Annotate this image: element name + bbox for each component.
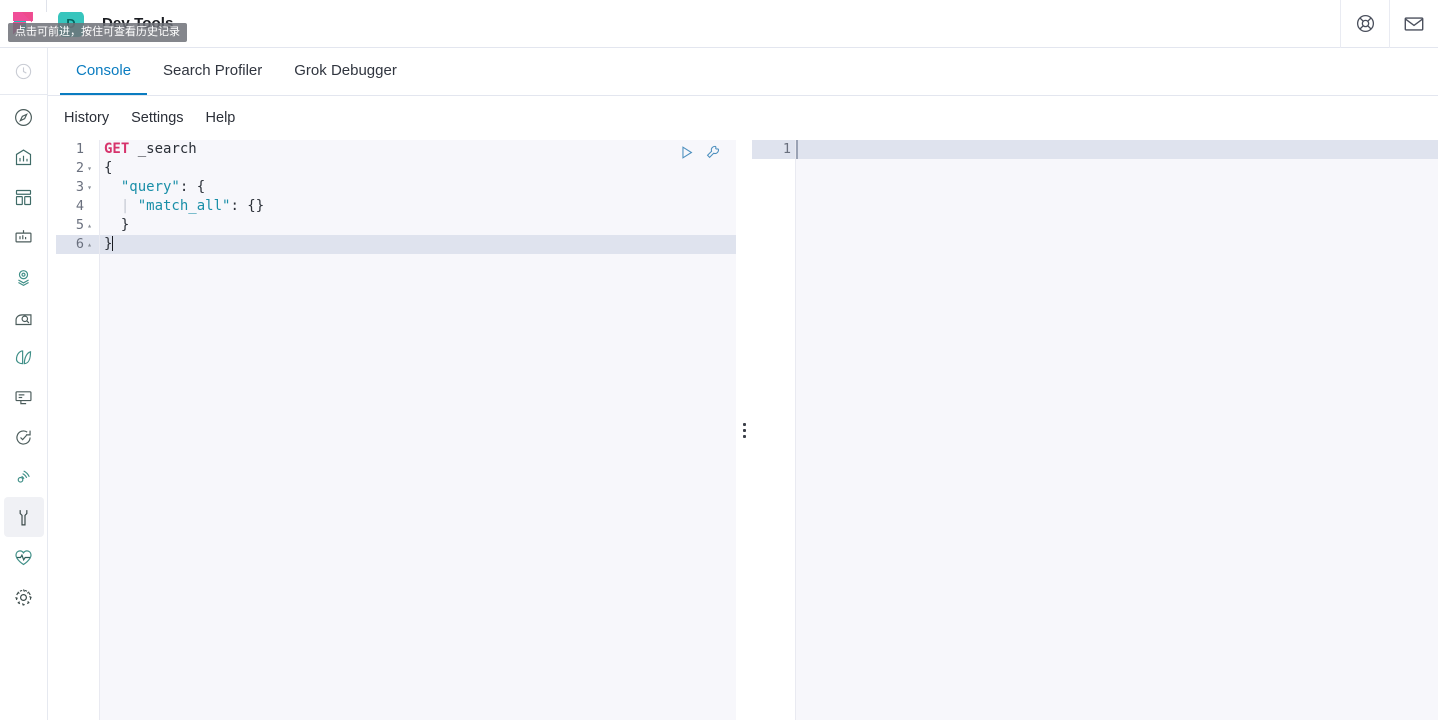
sidebar-item-dev-tools[interactable]: [3, 497, 44, 537]
tab-grok-debugger[interactable]: Grok Debugger: [278, 48, 413, 95]
drag-dots-icon: [742, 422, 746, 438]
code-token: : {}: [230, 198, 265, 214]
sidebar-item-canvas[interactable]: [4, 217, 44, 257]
response-caret-bar: [796, 140, 798, 159]
lifebuoy-icon: [1356, 14, 1374, 33]
heart-pulse-monitoring-icon: [15, 549, 32, 565]
canvas-presentation-icon: [15, 229, 32, 242]
sidebar-item-visualize[interactable]: [4, 137, 44, 177]
sidebar-item-dashboard[interactable]: [4, 177, 44, 217]
code-token: _search: [129, 141, 197, 157]
request-line-number: 2 ▾: [56, 159, 99, 178]
code-token: }: [104, 236, 113, 252]
tab-console[interactable]: Console: [60, 48, 148, 95]
code-token: "query": [120, 179, 180, 195]
tab-search-profiler[interactable]: Search Profiler: [147, 48, 278, 95]
monitor-infrastructure-icon: [15, 390, 32, 404]
code-token: |: [104, 198, 138, 214]
code-fold-arrow-icon[interactable]: ▾: [84, 178, 95, 197]
help-button[interactable]: [1341, 0, 1389, 48]
sidebar-item-stack-monitoring[interactable]: [4, 537, 44, 577]
code-fold-arrow-icon[interactable]: ▾: [84, 159, 95, 178]
request-action-buttons: [678, 144, 722, 161]
request-line-number: 4: [75, 198, 84, 214]
request-code-line[interactable]: {: [100, 159, 736, 178]
browser-chrome-artifact: [0, 0, 190, 12]
code-token: {: [104, 160, 113, 176]
request-code-line[interactable]: }: [100, 235, 736, 254]
graph-leaves-icon: [15, 349, 32, 364]
bar-chart-visualize-icon: [15, 148, 32, 165]
sidebar-item-machine-learning[interactable]: [4, 297, 44, 337]
left-sidebar: [0, 48, 48, 720]
code-token: }: [104, 217, 130, 233]
dev-tools-page: D Dev Tools 点击可前进，按住可查看历史记录: [0, 0, 1438, 720]
sidebar-item-management[interactable]: [4, 577, 44, 617]
sidebar-item-discover[interactable]: [4, 97, 44, 137]
request-code-line[interactable]: GET _search: [100, 140, 736, 159]
gear-management-icon: [15, 588, 32, 606]
console-tabs: Console Search Profiler Grok Debugger: [48, 48, 1438, 96]
play-send-request-icon: [682, 146, 693, 159]
code-token: "match_all": [137, 198, 231, 214]
console-menu-bar: History Settings Help: [48, 96, 1438, 140]
response-code-area[interactable]: [796, 140, 1438, 720]
recently-viewed-clock-icon: [15, 63, 32, 79]
sidebar-item-infrastructure[interactable]: [4, 377, 44, 417]
browser-tooltip: 点击可前进，按住可查看历史记录: [8, 23, 187, 42]
request-code-line[interactable]: | "match_all": {}: [100, 197, 736, 216]
editor-left-margin: [48, 140, 56, 720]
code-token: GET: [104, 141, 130, 157]
sidebar-item-recently-viewed[interactable]: [4, 48, 44, 94]
response-line-gutter: 1: [752, 140, 796, 720]
request-code-area[interactable]: GET _search{ "query": { | "match_all": {…: [100, 140, 736, 720]
dashboard-grid-icon: [15, 189, 32, 205]
sidebar-item-uptime[interactable]: [4, 417, 44, 457]
request-line-number: 5 ▴: [56, 216, 99, 235]
request-line-number: 6 ▴: [56, 235, 99, 254]
request-line-number: 3 ▾: [56, 178, 99, 197]
envelope-icon: [1404, 16, 1424, 31]
code-fold-arrow-icon[interactable]: ▴: [84, 216, 95, 235]
code-token: : {: [179, 179, 206, 195]
response-editor-panel[interactable]: 1: [752, 140, 1438, 720]
send-request-button[interactable]: [678, 144, 695, 161]
mail-button[interactable]: [1390, 0, 1438, 48]
sidebar-item-graph[interactable]: [4, 337, 44, 377]
uptime-refresh-icon: [16, 429, 31, 445]
compass-discover-icon: [15, 108, 32, 126]
machine-learning-person-icon: [15, 313, 32, 325]
wrench-devtools-icon: [19, 509, 28, 525]
request-code-line[interactable]: }: [100, 216, 736, 235]
wrench-context-menu-icon: [706, 145, 719, 159]
request-actions-button[interactable]: [705, 144, 722, 161]
code-fold-arrow-icon[interactable]: ▴: [84, 235, 95, 254]
apm-broadcast-icon: [17, 469, 30, 483]
sidebar-item-apm[interactable]: [4, 457, 44, 497]
menu-item-settings[interactable]: Settings: [131, 110, 183, 126]
request-line-gutter: 1 2 ▾ 3 ▾ 4 5 ▴ 6 ▴: [56, 140, 100, 720]
sidebar-divider: [0, 94, 48, 95]
text-cursor: [112, 236, 114, 251]
request-editor-panel[interactable]: 1 2 ▾ 3 ▾ 4 5 ▴ 6 ▴ GET _search{ "query": { | "ma…: [56, 140, 736, 720]
request-code-line[interactable]: "query": {: [100, 178, 736, 197]
menu-item-help[interactable]: Help: [206, 110, 236, 126]
response-code-line[interactable]: [796, 140, 1438, 159]
top-header: D Dev Tools: [0, 0, 1438, 48]
map-location-pin-icon: [18, 269, 29, 286]
request-line-number: 1: [75, 141, 84, 157]
sidebar-item-maps[interactable]: [4, 257, 44, 297]
menu-item-history[interactable]: History: [64, 110, 109, 126]
panel-resize-handle[interactable]: [736, 140, 752, 720]
response-line-number: 1: [752, 140, 795, 159]
